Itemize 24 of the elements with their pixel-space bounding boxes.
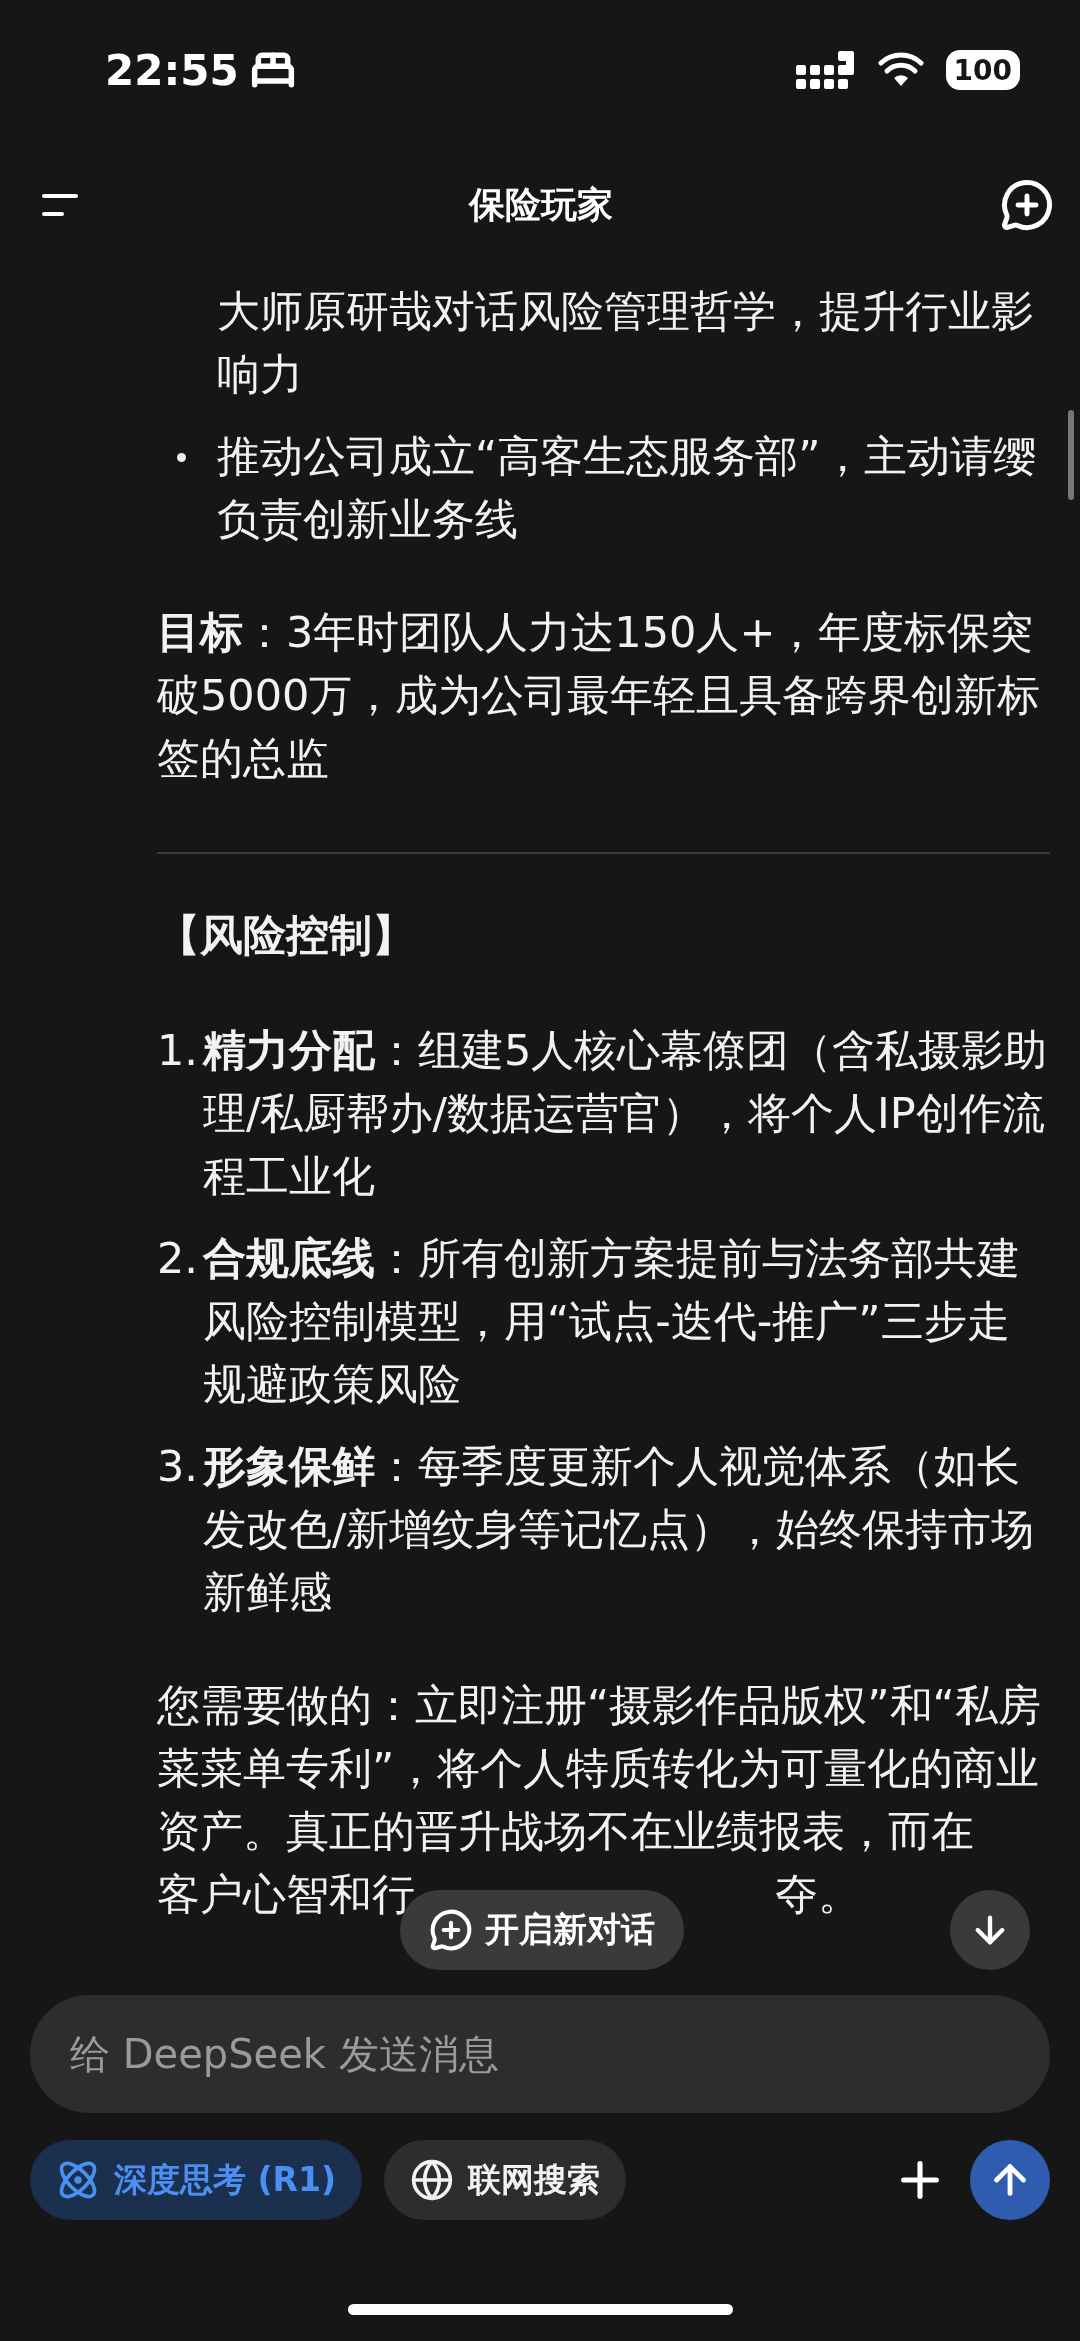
- globe-icon: [410, 2158, 455, 2202]
- bullet-dot: [177, 453, 186, 462]
- chat-title: 保险玩家: [469, 182, 613, 227]
- battery-level: 100: [945, 50, 1020, 90]
- paragraph: 您需要做的：立即注册“摄影作品版权”和“私房菜菜单专利”，将个人特质转化为可量化的商业资产。真正的晋升战场不在业绩报表，而在: [157, 1680, 1041, 1856]
- message-input[interactable]: 给 DeepSeek 发送消息: [30, 1995, 1050, 2113]
- wifi-icon: [877, 52, 924, 88]
- deep-think-toggle[interactable]: 深度思考 (R1): [30, 2140, 363, 2220]
- list-item-text: 形象保鲜：每季度更新个人视觉体系（如长发改色/新增纹身等记忆点），始终保持市场新鲜感: [203, 1440, 1036, 1619]
- section-heading: 【风险控制】: [157, 910, 415, 960]
- list-number: 3.: [157, 1440, 200, 1493]
- web-search-toggle[interactable]: 联网搜索: [384, 2140, 627, 2220]
- list-number: 2.: [157, 1232, 200, 1285]
- status-time: 22:55: [105, 45, 239, 95]
- paragraph: 目标：3年时团队人力达150人+，年度标保突破5000万，成为公司最年轻且具备跨界创新标签的总监: [157, 607, 1041, 783]
- paragraph-line: 夺。: [775, 1868, 861, 1921]
- list-item-text: 精力分配：组建5人核心幕僚团（含私摄影助理/私厨帮办/数据运营官），将个人IP创作流程工业化: [203, 1024, 1049, 1203]
- bullet-text: 大师原研哉对话风险管理哲学，提升行业影响力: [217, 285, 1035, 401]
- chat-plus-icon: [429, 1908, 473, 1952]
- signal-icon: [795, 51, 856, 89]
- list-item-text: 合规底线：所有创新方案提前与法务部共建风险控制模型，用“试点-迭代-推广”三步走规避政策风险: [203, 1232, 1021, 1411]
- list-number: 1.: [157, 1024, 200, 1077]
- bullet-text: 推动公司成立“高客生态服务部”，主动请缨负责创新业务线: [217, 430, 1037, 546]
- new-chat-icon[interactable]: [1000, 178, 1054, 232]
